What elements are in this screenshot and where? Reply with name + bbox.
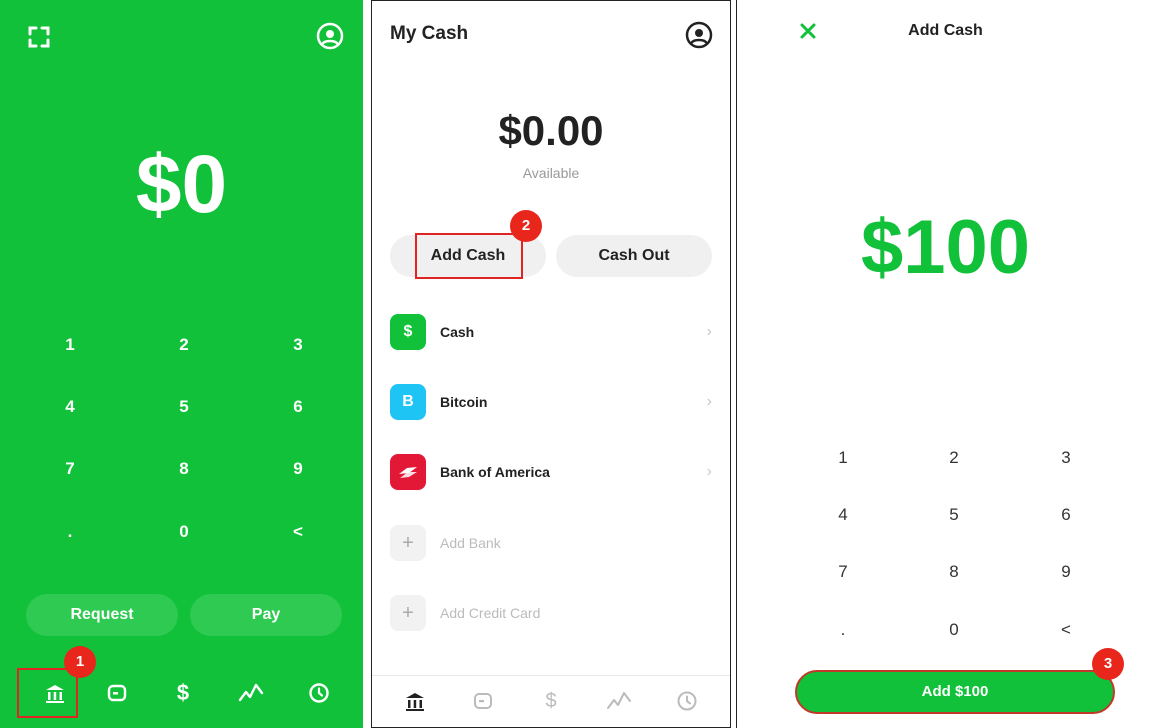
list-item-add-bank[interactable]: + Add Bank <box>390 525 712 561</box>
keypad-key[interactable]: 2 <box>154 335 214 355</box>
card-icon[interactable] <box>468 686 498 716</box>
profile-avatar-icon[interactable] <box>685 21 713 49</box>
entered-amount: $100 <box>860 205 1031 290</box>
clock-icon[interactable] <box>672 686 702 716</box>
annotation-highlight-box <box>17 668 78 718</box>
keypad-key[interactable]: 8 <box>924 562 984 582</box>
activity-chart-icon[interactable] <box>236 678 266 708</box>
step-badge: 2 <box>510 210 542 242</box>
clock-icon[interactable] <box>304 678 334 708</box>
chevron-right-icon: › <box>706 323 712 340</box>
step-badge: 1 <box>64 646 96 678</box>
bottom-nav: $ <box>372 675 730 727</box>
profile-avatar-icon[interactable] <box>316 22 344 50</box>
keypad-key[interactable]: 3 <box>268 335 328 355</box>
keypad-key[interactable]: < <box>268 522 328 542</box>
cash-dollar-icon: $ <box>390 314 426 350</box>
annotation-highlight-box <box>415 233 523 279</box>
pay-button[interactable]: Pay <box>190 594 342 636</box>
bank-icon[interactable] <box>400 686 430 716</box>
card-icon[interactable] <box>102 678 132 708</box>
available-label: Available <box>522 165 580 181</box>
keypad-key[interactable]: 4 <box>813 505 873 525</box>
keypad-key[interactable]: 5 <box>924 505 984 525</box>
keypad-key[interactable]: 1 <box>813 448 873 468</box>
keypad-key[interactable]: 9 <box>268 459 328 479</box>
tutorial-composite: $0 1 2 3 4 5 6 7 8 9. 0 < Request Pay $ 1 My Cash … <box>0 0 1153 728</box>
cash-balance: $0.00 <box>498 107 604 154</box>
my-cash-screen: My Cash $0.00 Available Add Cash Cash Ou… <box>371 0 731 728</box>
list-item-label: Add Credit Card <box>440 605 541 621</box>
add-cash-confirm-button[interactable]: Add $100 <box>795 670 1115 714</box>
page-title: Add Cash <box>908 22 983 39</box>
keypad-key[interactable]: 0 <box>924 620 984 640</box>
dollar-icon[interactable]: $ <box>536 686 566 716</box>
list-item-add-credit-card[interactable]: + Add Credit Card <box>390 595 712 631</box>
step-badge: 3 <box>1092 648 1124 680</box>
scan-qr-icon[interactable] <box>28 26 50 48</box>
keypad-key[interactable]: 5 <box>154 397 214 417</box>
keypad-key[interactable]: 6 <box>1036 505 1096 525</box>
list-item-label: Bitcoin <box>440 394 488 410</box>
keypad-key[interactable]: 2 <box>924 448 984 468</box>
keypad-key[interactable]: 9 <box>1036 562 1096 582</box>
chevron-right-icon: › <box>706 393 712 410</box>
bank-of-america-logo-icon <box>390 454 426 490</box>
list-item-label: Add Bank <box>440 535 501 551</box>
plus-icon: + <box>390 525 426 561</box>
keypad-key[interactable]: 0 <box>154 522 214 542</box>
list-item-bitcoin[interactable]: B Bitcoin › <box>390 384 712 420</box>
list-item-cash[interactable]: $ Cash › <box>390 314 712 350</box>
list-item-label: Bank of America <box>440 464 550 480</box>
page-title: My Cash <box>390 23 469 44</box>
list-item-label: Cash <box>440 324 475 340</box>
dollar-icon[interactable]: $ <box>168 678 198 708</box>
cash-out-button[interactable]: Cash Out <box>556 235 712 277</box>
chevron-right-icon: › <box>706 463 712 480</box>
cash-app-home-screen: $0 1 2 3 4 5 6 7 8 9. 0 < Request Pay $ 1 <box>0 0 363 728</box>
keypad-key[interactable]: . <box>40 522 100 542</box>
list-item-bank-of-america[interactable]: Bank of America › <box>390 454 712 490</box>
add-cash-screen: Add Cash $100 1 2 3 4 5 6 7 8 9. 0 < Add $100 3 <box>736 0 1153 728</box>
keypad-key[interactable]: 8 <box>154 459 214 479</box>
keypad-key[interactable]: 7 <box>40 459 100 479</box>
plus-icon: + <box>390 595 426 631</box>
keypad-key[interactable]: 3 <box>1036 448 1096 468</box>
keypad-key[interactable]: 7 <box>813 562 873 582</box>
keypad-key[interactable]: . <box>813 620 873 640</box>
keypad-key[interactable]: 4 <box>40 397 100 417</box>
bitcoin-icon: B <box>390 384 426 420</box>
keypad-key[interactable]: < <box>1036 620 1096 640</box>
request-button[interactable]: Request <box>26 594 178 636</box>
keypad-key[interactable]: 6 <box>268 397 328 417</box>
balance-amount: $0 <box>135 139 228 230</box>
keypad-key[interactable]: 1 <box>40 335 100 355</box>
activity-chart-icon[interactable] <box>604 686 634 716</box>
